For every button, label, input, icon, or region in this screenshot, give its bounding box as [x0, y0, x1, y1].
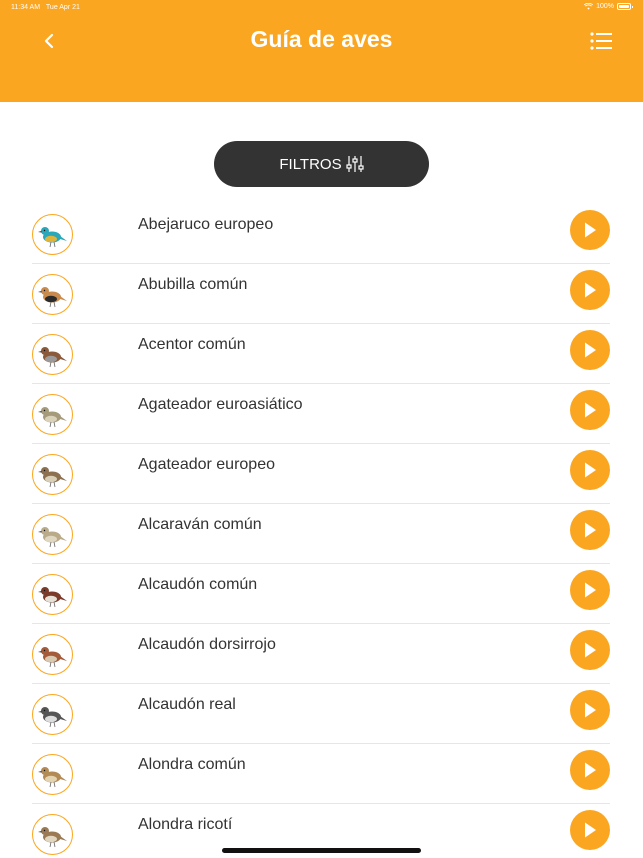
list-item[interactable]: Alcaudón común [0, 564, 643, 624]
bird-name: Alcaudón común [138, 576, 258, 593]
play-icon [585, 342, 596, 358]
bird-icon [37, 706, 67, 727]
filters-label: FILTROS [279, 155, 342, 173]
list-icon [590, 32, 612, 50]
play-icon [585, 702, 596, 718]
bird-thumbnail [32, 634, 73, 675]
list-item[interactable]: Acentor común [0, 324, 643, 384]
play-icon [585, 582, 596, 598]
bird-thumbnail [32, 694, 73, 735]
bird-thumbnail [32, 214, 73, 255]
bird-name: Agateador euroasiático [138, 396, 303, 413]
play-icon [585, 282, 596, 298]
wifi-icon [584, 3, 594, 10]
play-icon [585, 642, 596, 658]
play-icon [585, 522, 596, 538]
list-item[interactable]: Alcaudón real [0, 684, 643, 744]
status-time: 11:34 AM Tue Apr 21 [11, 4, 80, 11]
list-item[interactable]: Alondra común [0, 744, 643, 804]
list-item[interactable]: Alcaudón dorsirrojo [0, 624, 643, 684]
status-right: 100% [584, 3, 633, 10]
play-sound-button[interactable] [570, 750, 610, 790]
play-icon [585, 402, 596, 418]
list-item[interactable]: Alcaraván común [0, 504, 643, 564]
list-menu-button[interactable] [588, 30, 614, 52]
bird-name: Alondra ricotí [138, 816, 233, 833]
bird-name: Alcaudón dorsirrojo [138, 636, 276, 653]
bird-name: Acentor común [138, 336, 246, 353]
status-bar: 11:34 AM Tue Apr 21 100% [0, 0, 643, 16]
bird-name: Agateador europeo [138, 456, 275, 473]
bird-thumbnail [32, 814, 73, 855]
play-sound-button[interactable] [570, 210, 610, 250]
battery-icon [617, 3, 633, 10]
bird-thumbnail [32, 754, 73, 795]
bird-thumbnail [32, 574, 73, 615]
bird-icon [37, 226, 67, 247]
bird-icon [37, 286, 67, 307]
sliders-icon [346, 156, 364, 172]
bird-icon [37, 526, 67, 547]
list-item[interactable]: Abubilla común [0, 264, 643, 324]
bird-name: Alcaraván común [138, 516, 262, 533]
bird-icon [37, 346, 67, 367]
play-sound-button[interactable] [570, 570, 610, 610]
play-sound-button[interactable] [570, 630, 610, 670]
bird-name: Abubilla común [138, 276, 248, 293]
play-sound-button[interactable] [570, 510, 610, 550]
bird-list: Abejaruco europeo Abubilla común Acentor… [0, 204, 643, 858]
list-item[interactable]: Agateador euroasiático [0, 384, 643, 444]
play-sound-button[interactable] [570, 810, 610, 850]
bird-thumbnail [32, 514, 73, 555]
play-icon [585, 222, 596, 238]
home-indicator [222, 848, 421, 853]
play-icon [585, 762, 596, 778]
bird-name: Abejaruco europeo [138, 216, 274, 233]
bird-thumbnail [32, 394, 73, 435]
play-icon [585, 462, 596, 478]
bird-icon [37, 406, 67, 427]
bird-icon [37, 466, 67, 487]
bird-icon [37, 646, 67, 667]
page-title: Guía de aves [250, 26, 393, 52]
play-sound-button[interactable] [570, 390, 610, 430]
bird-name: Alondra común [138, 756, 246, 773]
play-sound-button[interactable] [570, 690, 610, 730]
app-header: 11:34 AM Tue Apr 21 100% Guía de aves [0, 0, 643, 102]
play-icon [585, 822, 596, 838]
list-item[interactable]: Abejaruco europeo [0, 204, 643, 264]
bird-icon [37, 826, 67, 847]
bird-icon [37, 586, 67, 607]
bird-thumbnail [32, 454, 73, 495]
bird-thumbnail [32, 274, 73, 315]
list-item[interactable]: Agateador europeo [0, 444, 643, 504]
battery-percentage: 100% [596, 3, 614, 10]
play-sound-button[interactable] [570, 330, 610, 370]
play-sound-button[interactable] [570, 450, 610, 490]
play-sound-button[interactable] [570, 270, 610, 310]
bird-icon [37, 766, 67, 787]
filters-button[interactable]: FILTROS [214, 141, 429, 187]
bird-name: Alcaudón real [138, 696, 236, 713]
bird-thumbnail [32, 334, 73, 375]
